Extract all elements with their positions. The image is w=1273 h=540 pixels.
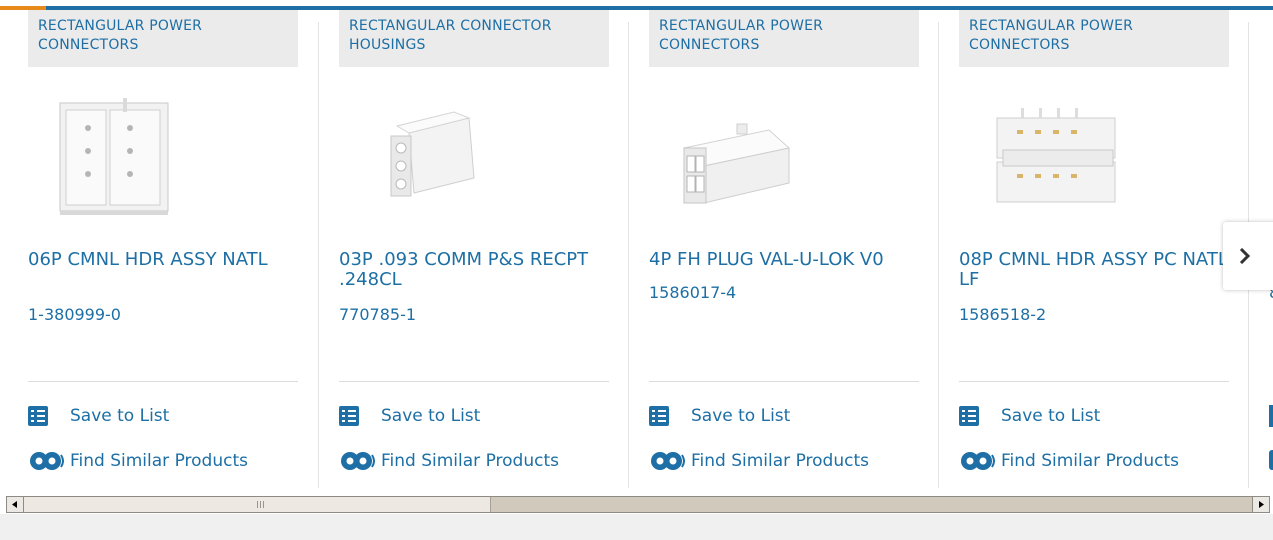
find-similar-label: Find Similar Products (381, 451, 559, 471)
product-card: RECTANGULAR CONNECTOR HOUSINGS 03P .093 … (339, 10, 609, 488)
save-to-list-label: Save to List (381, 406, 481, 426)
product-card: RECTANGULAR POWER CONNECTORS 08P CMNL HD… (959, 10, 1229, 488)
save-to-list-button[interactable]: Save to List (339, 403, 480, 429)
card-separator (649, 381, 919, 382)
product-title[interactable]: 03P .093 COMM P&S RECPT .248CL (339, 250, 609, 290)
product-image[interactable] (649, 88, 821, 216)
product-category[interactable]: RECTANGULAR POWER CONNECTORS (28, 10, 298, 67)
card-separator (339, 381, 609, 382)
find-similar-label: Find Similar Products (1001, 451, 1179, 471)
product-card: RECTANGULAR POWER CONNECTORS 4P FH PLUG … (649, 10, 919, 488)
find-similar-button[interactable]: Find Similar Products (339, 448, 559, 474)
gears-icon (961, 452, 995, 470)
top-accent-bar (0, 0, 1273, 10)
card-separator (959, 381, 1229, 382)
find-similar-button[interactable]: Find Similar Products (959, 448, 1179, 474)
product-card: RECTANGULAR POWER CONNECTORS 06P CMNL HD… (28, 10, 298, 488)
horizontal-scrollbar[interactable] (6, 496, 1270, 513)
triangle-left-icon (12, 501, 17, 508)
carousel-next-button[interactable] (1223, 222, 1273, 290)
product-category[interactable]: RECTANGULAR POWER CONNECTORS (959, 10, 1229, 67)
product-category[interactable]: RECTANGULAR POWER CONNECTORS (649, 10, 919, 67)
gears-icon (341, 452, 375, 470)
part-number[interactable]: 770785-1 (339, 305, 416, 324)
save-to-list-button[interactable]: Save to List (28, 403, 169, 429)
card-divider (938, 22, 939, 488)
triangle-right-icon (1259, 501, 1264, 508)
save-to-list-button[interactable]: Save to List (649, 403, 790, 429)
scrollbar-thumb[interactable] (24, 497, 491, 512)
product-category[interactable]: RECTANGULAR CONNECTOR HOUSINGS (339, 10, 609, 67)
card-divider (628, 22, 629, 488)
product-image[interactable] (28, 88, 200, 216)
part-number[interactable]: 1-380999-0 (28, 305, 121, 324)
part-number[interactable]: 1586518-2 (959, 305, 1046, 324)
part-number[interactable]: 1586017-4 (649, 283, 736, 302)
checklist-icon (339, 406, 359, 426)
checklist-icon[interactable] (1269, 405, 1273, 427)
scroll-left-button[interactable] (7, 497, 24, 512)
find-similar-label: Find Similar Products (70, 451, 248, 471)
find-similar-button[interactable]: Find Similar Products (649, 448, 869, 474)
scroll-right-button[interactable] (1252, 497, 1269, 512)
gears-icon[interactable] (1269, 450, 1273, 470)
find-similar-button[interactable]: Find Similar Products (28, 448, 248, 474)
save-to-list-button[interactable]: Save to List (959, 403, 1100, 429)
scrollbar-grip (257, 501, 265, 508)
save-to-list-label: Save to List (691, 406, 791, 426)
product-title[interactable]: 06P CMNL HDR ASSY NATL (28, 250, 298, 270)
status-bar (0, 514, 1273, 540)
save-to-list-label: Save to List (1001, 406, 1101, 426)
product-title[interactable]: 08P CMNL HDR ASSY PC NATL LF (959, 250, 1229, 290)
find-similar-label: Find Similar Products (691, 451, 869, 471)
product-title[interactable]: 4P FH PLUG VAL-U-LOK V0 (649, 250, 919, 270)
checklist-icon (649, 406, 669, 426)
product-carousel: RECTANGULAR POWER CONNECTORS 06P CMNL HD… (0, 10, 1273, 488)
chevron-right-icon (1239, 248, 1251, 264)
checklist-icon (28, 406, 48, 426)
card-divider (318, 22, 319, 488)
gears-icon (651, 452, 685, 470)
card-separator (28, 381, 298, 382)
product-image[interactable] (959, 88, 1131, 216)
checklist-icon (959, 406, 979, 426)
save-to-list-label: Save to List (70, 406, 170, 426)
gears-icon (30, 452, 64, 470)
product-image[interactable] (339, 88, 511, 216)
